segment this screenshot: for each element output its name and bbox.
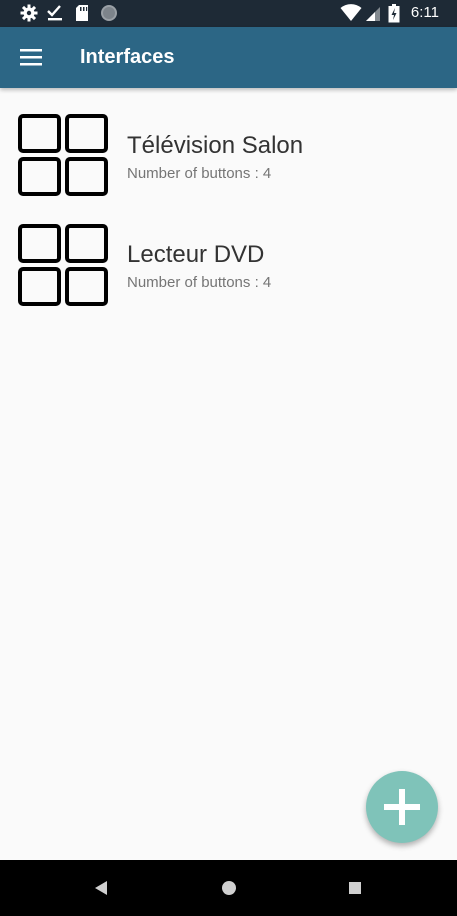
navigation-bar [0, 860, 457, 916]
download-check-icon [47, 5, 62, 21]
hamburger-menu-icon [20, 49, 42, 66]
interface-item-television-salon[interactable]: Télévision Salon Number of buttons : 4 [0, 104, 457, 208]
interface-item-lecteur-dvd[interactable]: Lecteur DVD Number of buttons : 4 [0, 214, 457, 318]
plus-icon [384, 789, 420, 825]
four-squares-grid-icon [18, 114, 108, 196]
gear-icon [20, 4, 38, 22]
sd-card-icon [76, 5, 88, 21]
back-triangle-icon[interactable] [93, 879, 109, 897]
menu-button[interactable] [12, 39, 49, 76]
interface-name: Lecteur DVD [127, 241, 265, 268]
sync-circle-icon [101, 5, 117, 21]
recents-square-icon[interactable] [347, 880, 363, 896]
wifi-icon [340, 4, 362, 21]
app-bar: Interfaces [0, 27, 457, 88]
battery-icon [388, 4, 400, 23]
page-title: Interfaces [80, 46, 175, 68]
signal-icon [366, 7, 380, 21]
four-squares-grid-icon [18, 224, 108, 306]
home-circle-icon[interactable] [220, 879, 238, 897]
status-bar: 6:11 [0, 0, 457, 27]
clock: 6:11 [410, 4, 439, 21]
interface-button-count: Number of buttons : 4 [127, 165, 272, 182]
add-interface-button[interactable] [366, 771, 438, 843]
interface-name: Télévision Salon [127, 132, 304, 159]
interface-button-count: Number of buttons : 4 [127, 274, 272, 291]
